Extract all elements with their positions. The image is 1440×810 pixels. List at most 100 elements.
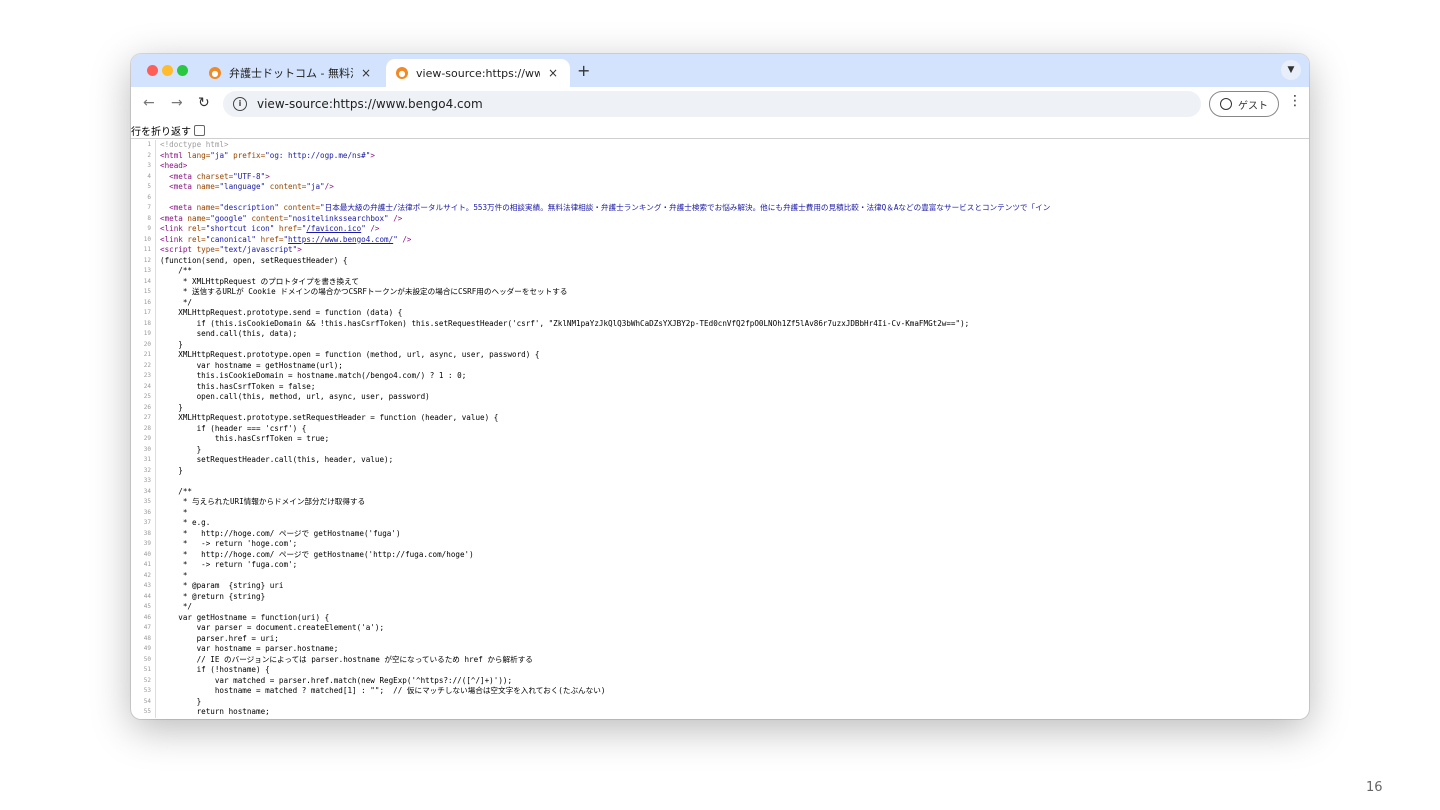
line-content: }	[160, 402, 183, 412]
line-number: 18	[131, 318, 156, 329]
code-line: 43 * @param {string} uri	[131, 581, 1309, 592]
line-content: * 与えられたURI情報からドメイン部分だけ取得する	[160, 497, 366, 506]
profile-icon	[1220, 98, 1232, 110]
back-arrow-icon[interactable]: ←	[143, 95, 155, 111]
line-number: 24	[131, 381, 156, 392]
line-content: */	[160, 297, 193, 307]
code-line: 46 var getHostname = function(uri) {	[131, 612, 1309, 623]
profile-label: ゲスト	[1238, 100, 1268, 112]
line-number: 31	[131, 455, 156, 466]
line-content	[156, 193, 160, 204]
code-line: 44 * @return {string}	[131, 591, 1309, 602]
new-tab-button[interactable]: +	[577, 61, 590, 80]
code-line: 28 if (header === 'csrf') {	[131, 423, 1309, 434]
line-number: 39	[131, 539, 156, 550]
line-content: <!doctype html>	[160, 140, 229, 149]
code-line: 52 var matched = parser.href.match(new R…	[131, 675, 1309, 686]
reload-icon[interactable]: ↻	[198, 95, 210, 111]
line-number: 49	[131, 644, 156, 655]
line-content: if (header === 'csrf') {	[160, 423, 307, 433]
code-line: 22 var hostname = getHostname(url);	[131, 360, 1309, 371]
code-line: 47 var parser = document.createElement('…	[131, 623, 1309, 634]
favicon-link[interactable]: /favicon.ico	[306, 224, 361, 233]
line-content: }	[160, 444, 202, 454]
tab-view-source[interactable]: ● view-source:https://www.ben ×	[386, 59, 570, 87]
line-content: <meta charset="UTF-8">	[160, 171, 270, 181]
close-icon[interactable]: ×	[546, 66, 560, 80]
maximize-window-button[interactable]	[177, 65, 188, 76]
code-line: 37 * e.g.	[131, 518, 1309, 529]
line-content: this.hasCsrfToken = true;	[160, 434, 330, 443]
tab-search-chevron-icon[interactable]: ▼	[1281, 60, 1301, 80]
line-content: open.call(this, method, url, async, user…	[160, 392, 430, 401]
minimize-window-button[interactable]	[162, 65, 173, 76]
line-content: *	[160, 570, 188, 580]
code-line: 2 <html lang="ja" prefix="og: http://ogp.…	[131, 150, 1309, 161]
forward-arrow-icon[interactable]: →	[171, 95, 183, 111]
address-bar[interactable]: i view-source:https://www.bengo4.com	[223, 91, 1201, 117]
line-content: <meta name="language" content="ja"/>	[160, 182, 334, 191]
line-content: /**	[160, 486, 193, 496]
source-code: 1 <!doctype html> 2 <html lang="ja" prefix…	[131, 140, 1309, 718]
code-line: 6	[131, 192, 1309, 204]
canonical-link[interactable]: https://www.bengo4.com/	[288, 235, 393, 244]
code-line: 42 *	[131, 570, 1309, 581]
code-line: 41 * -> return 'fuga.com';	[131, 560, 1309, 571]
line-content: var matched = parser.href.match(new RegE…	[160, 675, 513, 685]
line-number: 3	[131, 161, 156, 172]
bengo4-favicon-icon: ●	[396, 67, 408, 79]
line-number: 17	[131, 308, 156, 319]
close-icon[interactable]: ×	[359, 66, 373, 80]
line-number: 40	[131, 549, 156, 560]
line-content: <meta name="google" content="nositelinks…	[160, 213, 403, 223]
code-line: 15 * 送信するURLが Cookie ドメインの場合かつCSRFトークンが未…	[131, 287, 1309, 298]
close-window-button[interactable]	[147, 65, 158, 76]
wrap-checkbox[interactable]	[194, 124, 205, 136]
line-number: 32	[131, 465, 156, 476]
line-number: 25	[131, 392, 156, 403]
code-line: 16 */	[131, 297, 1309, 308]
line-number: 50	[131, 654, 156, 665]
tab-bengo4[interactable]: ● 弁護士ドットコム - 無料法律相談 ×	[199, 59, 383, 87]
url-text[interactable]: view-source:https://www.bengo4.com	[257, 97, 483, 111]
line-number: 45	[131, 602, 156, 613]
line-number: 37	[131, 518, 156, 529]
line-content: XMLHttpRequest.prototype.send = function…	[160, 308, 403, 317]
code-line: 32 }	[131, 465, 1309, 476]
code-line: 55 return hostname;	[131, 707, 1309, 718]
profile-button[interactable]: ゲスト	[1209, 91, 1279, 117]
line-content	[156, 476, 160, 487]
line-content: * -> return 'hoge.com';	[160, 539, 298, 548]
code-line: 19 send.call(this, data);	[131, 329, 1309, 340]
code-line: 17 XMLHttpRequest.prototype.send = funct…	[131, 308, 1309, 319]
code-line: 1 <!doctype html>	[131, 140, 1309, 151]
line-content: var hostname = parser.hostname;	[160, 644, 339, 653]
code-line: 40 * http://hoge.com/ ページで getHostname('…	[131, 549, 1309, 560]
line-number: 44	[131, 591, 156, 602]
line-number: 27	[131, 413, 156, 424]
code-line: 50 // IE のバージョンによっては parser.hostname が空に…	[131, 654, 1309, 665]
line-number: 29	[131, 434, 156, 445]
line-number: 55	[131, 707, 156, 718]
code-line: 7 <meta name="description" content="日本最大…	[131, 203, 1309, 214]
line-number: 35	[131, 497, 156, 508]
code-line: 33	[131, 476, 1309, 487]
info-icon[interactable]: i	[233, 97, 247, 111]
line-content: <link rel="shortcut icon" href="/favicon…	[160, 224, 380, 233]
line-content: (function(send, open, setRequestHeader) …	[160, 255, 348, 265]
line-wrap-toggle[interactable]: 行を折り返す	[131, 123, 205, 138]
line-content: * -> return 'fuga.com';	[160, 560, 298, 569]
line-content: this.hasCsrfToken = false;	[160, 381, 316, 391]
line-number: 46	[131, 612, 156, 623]
code-line: 54 }	[131, 696, 1309, 707]
line-content: this.isCookieDomain = hostname.match(/be…	[160, 371, 467, 380]
code-line: 3 <head>	[131, 161, 1309, 172]
line-number: 5	[131, 182, 156, 193]
line-number: 51	[131, 665, 156, 676]
line-content: if (!hostname) {	[160, 665, 270, 674]
line-content: * http://hoge.com/ ページで getHostname('fug…	[160, 528, 401, 538]
line-content: *	[160, 507, 188, 517]
menu-kebab-icon[interactable]: ⋮	[1288, 93, 1302, 109]
line-number: 34	[131, 486, 156, 497]
line-number: 1	[131, 140, 156, 151]
